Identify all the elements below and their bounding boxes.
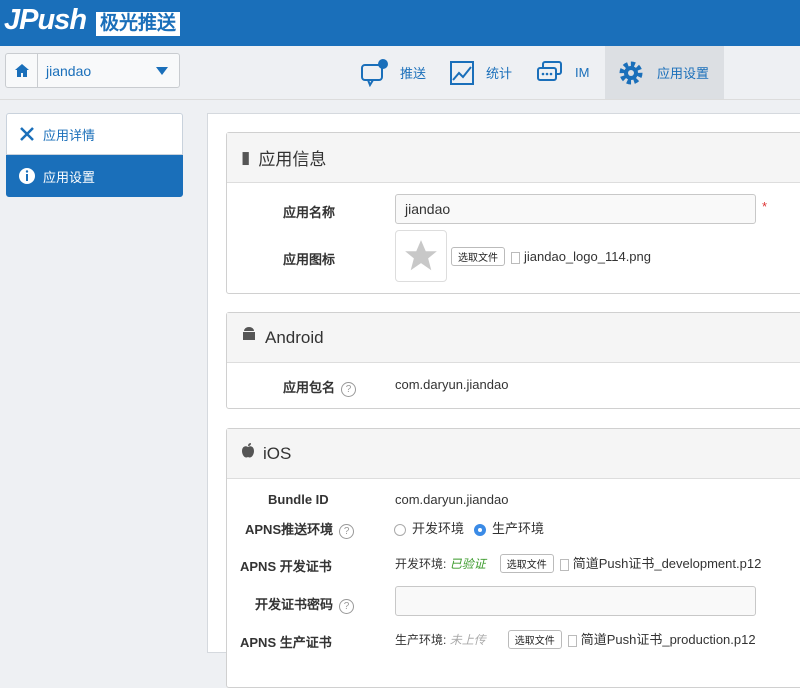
chevron-down-icon [156, 66, 168, 75]
bundle-id-value: com.daryun.jiandao [395, 492, 509, 507]
dev-status: 已验证 [449, 557, 486, 571]
sidebar-item-app-settings[interactable]: 应用设置 [6, 155, 183, 197]
icon-file-name: jiandao_logo_114.png [524, 249, 651, 264]
android-card: Android 应用包名? com.daryun.jiandao [226, 312, 800, 409]
nav-push[interactable]: 推送 [360, 46, 440, 99]
help-icon[interactable]: ? [339, 524, 355, 539]
logo-subtitle: 极光推送 [96, 12, 181, 36]
dev-status-prefix: 开发环境: [395, 557, 447, 571]
top-header: JPush 极光推送 [0, 0, 800, 46]
messages-icon [537, 60, 562, 81]
document-icon: ▮ [241, 147, 251, 167]
dev-cert-label: APNS 开发证书 [240, 559, 332, 574]
app-name-label: 应用名称 [283, 205, 336, 220]
android-icon [241, 326, 257, 349]
prod-cert-label: APNS 生产证书 [240, 635, 332, 650]
file-icon [567, 634, 577, 647]
app-icon-preview [395, 230, 447, 282]
bundle-id-label: Bundle ID [268, 492, 329, 507]
prod-status: 未上传 [449, 633, 486, 647]
ios-card: iOS Bundle ID com.daryun.jiandao APNS推送环… [226, 428, 800, 688]
nav-push-label: 推送 [400, 66, 427, 81]
nav-app-settings[interactable]: 应用设置 [605, 46, 724, 99]
env-dev-radio[interactable]: 开发环境 [394, 518, 464, 537]
radio-unchecked[interactable] [394, 523, 406, 536]
help-icon[interactable]: ? [341, 382, 357, 397]
file-icon [559, 558, 569, 571]
dev-cert-file: 简道Push证书_development.p12 [572, 556, 762, 571]
sidebar-item-app-details[interactable]: 应用详情 [6, 113, 183, 155]
choose-dev-cert-button[interactable]: 选取文件 [499, 554, 554, 573]
chat-bubble-icon [361, 58, 388, 87]
apns-env-label: APNS推送环境? [245, 519, 355, 539]
tools-icon [17, 126, 37, 142]
prod-status-prefix: 生产环境: [395, 633, 447, 647]
home-icon[interactable] [6, 54, 38, 87]
sidebar-item-label: 应用设置 [43, 169, 96, 185]
choose-prod-cert-button[interactable]: 选取文件 [507, 630, 562, 649]
app-select[interactable]: jiandao [5, 53, 180, 88]
env-prod-radio[interactable]: 生产环境 [474, 518, 544, 537]
sidebar: 应用详情 应用设置 [6, 113, 183, 197]
required-marker: * [762, 199, 768, 214]
help-icon[interactable]: ? [339, 599, 355, 614]
nav-stats[interactable]: 统计 [450, 46, 520, 99]
main-panel: ▮ 应用信息 应用名称 jiandao * 应用图标 选取文件 jiandao_lo… [207, 113, 800, 688]
app-select-value: jiandao [46, 62, 92, 79]
chart-icon [450, 60, 474, 85]
info-icon [17, 167, 37, 185]
app-name-input[interactable]: jiandao [395, 194, 756, 224]
card-title: iOS [263, 443, 292, 463]
card-title: 应用信息 [258, 150, 327, 169]
prod-cert-file: 简道Push证书_production.p12 [580, 632, 756, 647]
star-icon [405, 240, 437, 271]
app-icon-label: 应用图标 [283, 252, 336, 267]
gear-icon [619, 61, 643, 84]
nav-im[interactable]: IM [537, 46, 605, 99]
card-title: Android [265, 327, 324, 347]
radio-checked[interactable] [474, 523, 486, 536]
choose-icon-file-button[interactable]: 选取文件 [451, 247, 505, 266]
nav-im-label: IM [575, 65, 590, 80]
dev-pwd-label: 开发证书密码? [255, 594, 355, 614]
nav-app-settings-label: 应用设置 [657, 66, 710, 81]
sidebar-item-label: 应用详情 [43, 127, 96, 143]
nav-stats-label: 统计 [486, 66, 513, 81]
nav-bar: jiandao 推送 统计 IM 应用设置 [0, 46, 800, 100]
file-icon [511, 251, 520, 264]
dev-cert-password-input[interactable] [395, 586, 756, 616]
package-name-value: com.daryun.jiandao [395, 377, 509, 392]
logo[interactable]: JPush [4, 4, 87, 37]
apple-icon [241, 443, 255, 464]
app-info-card: ▮ 应用信息 应用名称 jiandao * 应用图标 选取文件 jiandao_lo… [226, 132, 800, 294]
package-name-label: 应用包名? [283, 377, 357, 397]
